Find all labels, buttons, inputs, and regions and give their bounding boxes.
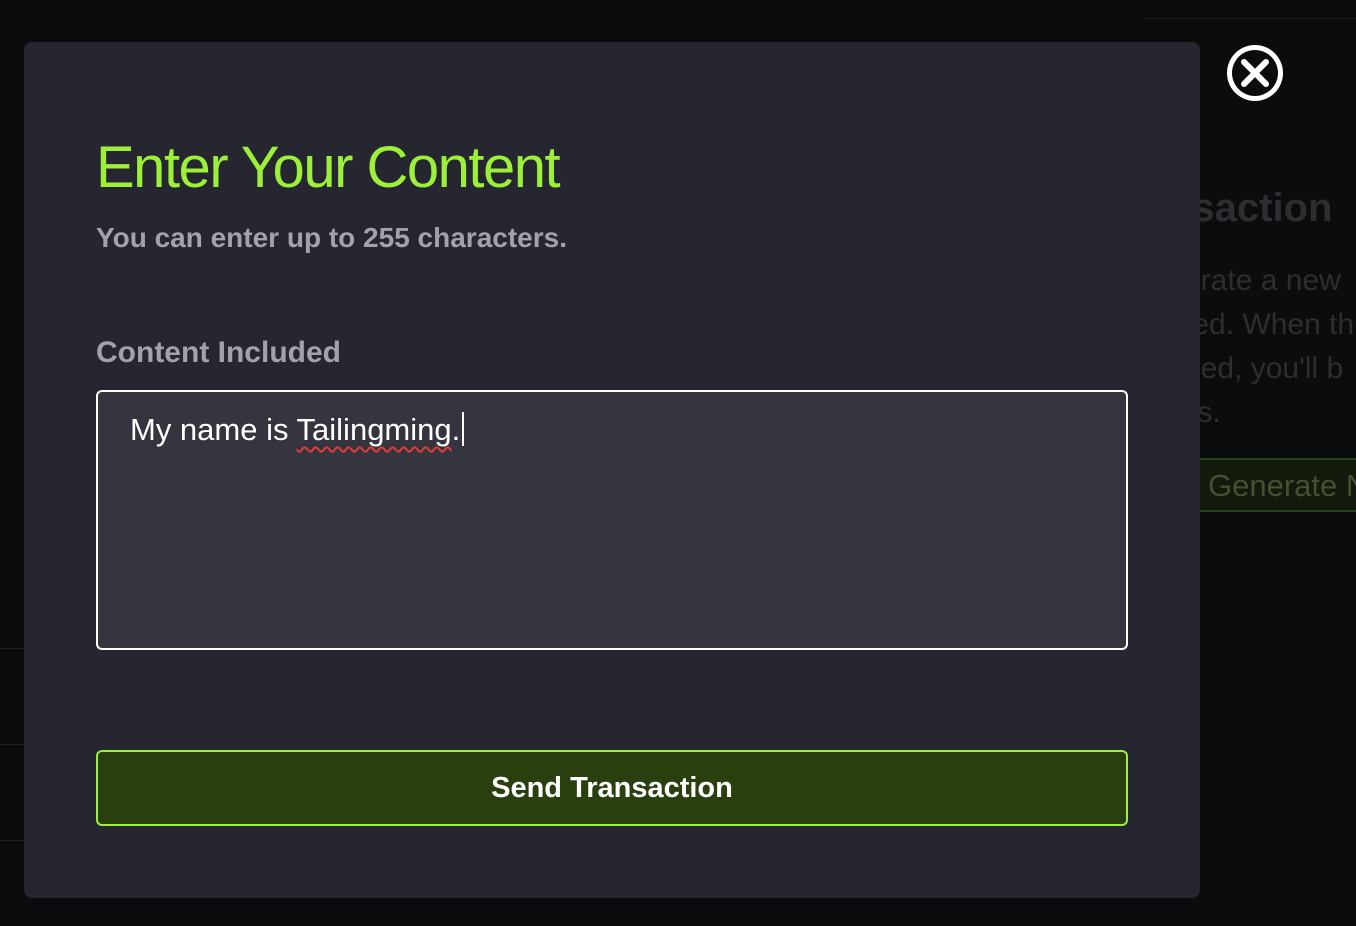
misspelled-word: Tailingming [296,412,452,447]
close-circle-icon [1227,45,1283,101]
content-textarea[interactable]: My name is Tailingming. [96,390,1128,650]
content-text-prefix: My name is [130,412,297,447]
modal-title: Enter Your Content [96,135,561,200]
content-text: My name is Tailingming. [130,412,1094,448]
background-divider [0,648,24,649]
background-generate-button: Generate N [1186,458,1356,512]
background-text-line: ted. When th [1184,308,1355,341]
background-divider [1144,18,1356,19]
modal-subtitle: You can enter up to 255 characters. [96,222,567,253]
content-text-suffix: . [451,412,461,447]
send-transaction-button[interactable]: Send Transaction [96,750,1128,826]
text-caret [462,412,465,446]
close-button[interactable] [1224,42,1286,104]
background-divider [0,744,24,745]
content-modal: Enter Your Content You can enter up to 2… [24,42,1200,898]
background-divider [0,840,24,841]
background-text-line: erate a new [1184,264,1341,297]
background-text-line: hed, you'll b [1184,352,1344,385]
content-field-label: Content Included [96,336,341,369]
